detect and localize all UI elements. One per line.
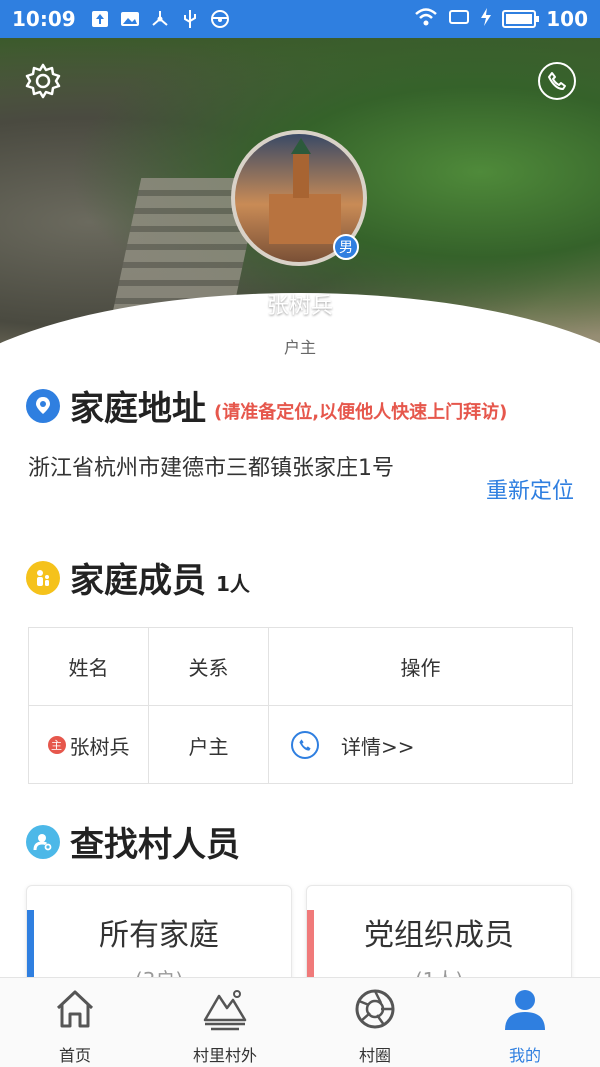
nav-label: 首页 <box>58 1046 91 1065</box>
status-time: 10:09 <box>12 7 76 31</box>
nav-home[interactable]: 首页 <box>0 978 150 1067</box>
card-title: 党组织成员 <box>364 918 514 953</box>
nav-mine[interactable]: 我的 <box>450 978 600 1067</box>
family-icon <box>26 560 60 595</box>
upload-icon <box>90 10 110 28</box>
members-count: 1人 <box>216 572 250 596</box>
member-detail-link[interactable]: 详情>> <box>341 731 415 760</box>
address-title: 家庭地址 <box>70 389 206 429</box>
members-section-header: 家庭成员 1人 <box>26 553 250 602</box>
header-relation: 关系 <box>149 628 269 705</box>
nav-label: 村圈 <box>358 1046 391 1065</box>
profile-header: 男 张树兵 户主 <box>0 38 600 373</box>
notification-icons <box>90 10 230 28</box>
status-right: 100 <box>414 7 588 32</box>
screen-icon <box>448 7 470 31</box>
user-icon <box>500 984 550 1034</box>
nav-label: 我的 <box>508 1046 541 1065</box>
address-text: 浙江省杭州市建德市三都镇张家庄1号 <box>28 456 394 481</box>
members-title: 家庭成员 <box>70 561 206 601</box>
table-row: 主 张树兵 户主 详情>> <box>29 706 572 784</box>
header-name: 姓名 <box>29 628 149 705</box>
mountain-icon <box>200 984 250 1034</box>
battery-level: 100 <box>546 7 588 31</box>
nav-label: 村里村外 <box>192 1046 257 1065</box>
avatar-tower <box>291 138 311 198</box>
user-role: 户主 <box>283 338 316 357</box>
search-title: 查找村人员 <box>70 825 240 865</box>
status-bar: 10:09 100 <box>0 0 600 38</box>
table-header-row: 姓名 关系 操作 <box>29 628 572 706</box>
share-icon <box>150 10 170 28</box>
member-relation: 户主 <box>149 706 269 784</box>
bottom-nav: 首页 村里村外 村圈 我的 <box>0 977 600 1067</box>
search-person-icon <box>26 824 60 859</box>
address-note: (请准备定位,以便他人快速上门拜访) <box>214 401 508 423</box>
header-action: 操作 <box>400 656 441 680</box>
member-name-cell: 主 张树兵 <box>29 706 149 784</box>
image-icon <box>120 10 140 28</box>
gender-badge: 男 <box>333 234 359 260</box>
address-section-header: 家庭地址 (请准备定位,以便他人快速上门拜访) <box>26 381 507 430</box>
card-title: 所有家庭 <box>99 918 219 953</box>
user-name: 张树兵 <box>266 294 333 319</box>
member-actions-cell: 详情>> <box>269 706 572 784</box>
nav-circle[interactable]: 村圈 <box>300 978 450 1067</box>
members-table: 姓名 关系 操作 主 张树兵 户主 详情>> <box>28 627 573 784</box>
battery-icon <box>502 10 540 28</box>
main-content: 家庭地址 (请准备定位,以便他人快速上门拜访) 浙江省杭州市建德市三都镇张家庄1… <box>0 373 600 995</box>
relocate-link[interactable]: 重新定位 <box>486 473 574 505</box>
steering-icon <box>210 10 230 28</box>
search-section-header: 查找村人员 <box>26 817 240 866</box>
location-pin-icon <box>26 388 60 423</box>
wifi-icon <box>414 7 438 32</box>
aperture-icon <box>350 984 400 1034</box>
owner-tag: 主 <box>47 736 66 754</box>
usb-icon <box>180 10 200 28</box>
member-name: 张树兵 <box>69 734 130 759</box>
call-member-icon[interactable] <box>291 731 319 759</box>
nav-village[interactable]: 村里村外 <box>150 978 300 1067</box>
home-icon <box>50 984 100 1034</box>
avatar-image <box>269 194 341 244</box>
settings-gear-icon[interactable] <box>24 62 62 100</box>
charging-icon <box>480 7 492 32</box>
phone-call-icon[interactable] <box>538 62 576 100</box>
